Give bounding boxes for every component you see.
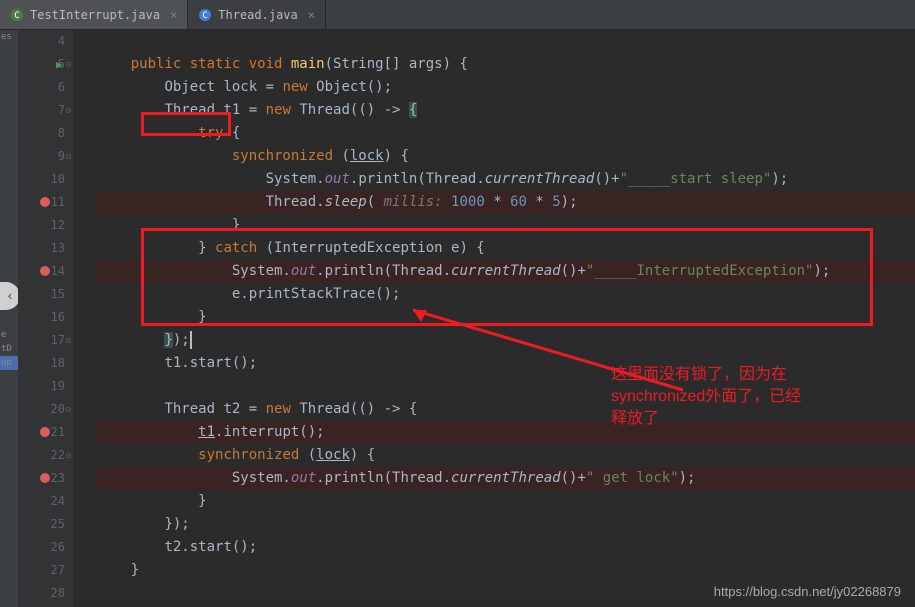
watermark: https://blog.csdn.net/jy02268879 [714, 584, 901, 599]
tab-label: Thread.java [218, 8, 297, 22]
breakpoint-icon[interactable] [40, 197, 50, 207]
gutter[interactable]: 4 5▶⊟ 6 7⊟ 8 9⊟ 10 11 12 13 14 15 16 17⊟… [18, 30, 73, 607]
code-editor[interactable]: public static void main(String[] args) {… [73, 30, 915, 607]
tool-window-strip: esituetDup [0, 30, 18, 607]
tab-label: TestInterrupt.java [30, 8, 160, 22]
svg-text:C: C [14, 11, 19, 21]
close-icon[interactable]: × [170, 8, 177, 22]
java-class-icon: C [10, 8, 24, 22]
annotation-text: 这里面没有锁了，因为在 synchronized外面了，已经 释放了 [611, 364, 801, 430]
close-icon[interactable]: × [308, 8, 315, 22]
java-class-icon: C [198, 8, 212, 22]
tab-thread[interactable]: C Thread.java × [188, 0, 326, 29]
breakpoint-icon[interactable] [40, 427, 50, 437]
run-icon[interactable]: ▶ [56, 53, 63, 76]
tab-testinterrupt[interactable]: C TestInterrupt.java × [0, 0, 188, 29]
breakpoint-icon[interactable] [40, 473, 50, 483]
svg-text:C: C [203, 11, 208, 21]
breakpoint-icon[interactable] [40, 266, 50, 276]
